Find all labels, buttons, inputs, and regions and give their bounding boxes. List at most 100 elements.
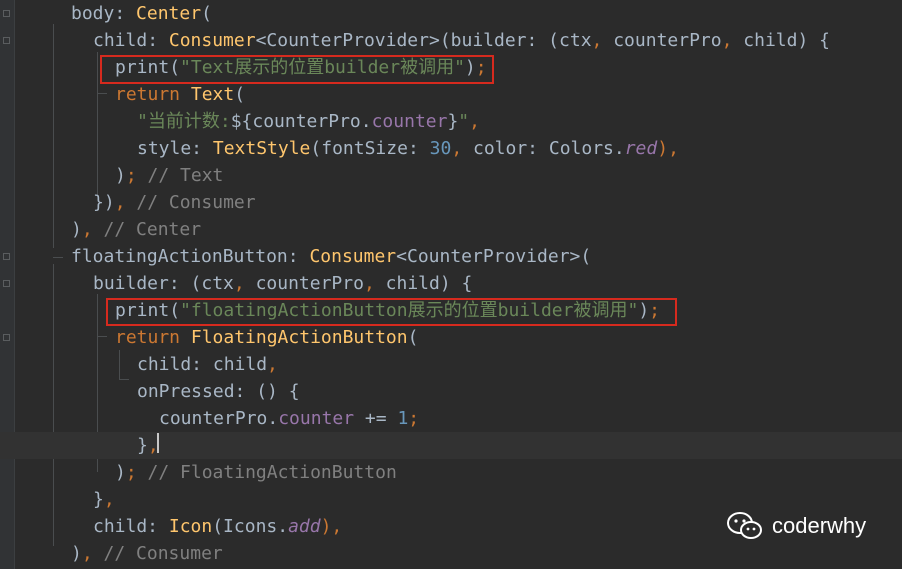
code-token: counterPro	[252, 111, 361, 132]
code-token: ,	[114, 192, 137, 213]
code-line[interactable]: ), // Center	[0, 216, 902, 243]
code-token: .	[267, 408, 279, 429]
code-token: child: child	[137, 354, 268, 375]
code-token: 1	[397, 408, 409, 429]
code-token: ;	[408, 408, 420, 429]
code-token: child	[93, 30, 148, 51]
code-token: ,	[469, 111, 480, 132]
code-token: Text	[190, 84, 235, 105]
code-token: Consumer	[309, 246, 397, 267]
fold-toggle-icon[interactable]	[3, 334, 10, 341]
code-token: body	[71, 3, 115, 24]
code-line-text: return FloatingActionButton(	[115, 324, 418, 351]
code-line[interactable]: style: TextStyle(fontSize: 30, color: Co…	[0, 135, 902, 162]
code-token: add	[288, 516, 321, 537]
code-line[interactable]: ); // FloatingActionButton	[0, 459, 902, 486]
code-line[interactable]: child: Consumer<CounterProvider>(builder…	[0, 27, 902, 54]
code-editor[interactable]: body: Center(child: Consumer<CounterProv…	[0, 0, 902, 569]
code-line[interactable]: }), // Consumer	[0, 189, 902, 216]
code-token: }	[447, 111, 459, 132]
code-token: ,	[363, 273, 386, 294]
code-line-text: body: Center(	[71, 0, 212, 27]
code-line-text: ); // Text	[115, 162, 223, 189]
code-token: ;	[125, 165, 148, 186]
watermark-text: coderwhy	[772, 513, 867, 538]
highlight-box-print-fab	[106, 298, 677, 326]
code-token: return	[115, 84, 191, 105]
code-line-text: ), // Center	[71, 216, 201, 243]
code-line[interactable]: builder: (ctx, counterPro, child) {	[0, 270, 902, 297]
code-line-text: child: child,	[137, 351, 278, 378]
code-line-text: },	[137, 432, 159, 459]
code-token: +=	[354, 408, 398, 429]
code-token: ,	[591, 30, 614, 51]
code-token: (	[234, 84, 246, 105]
code-line[interactable]: child: child,	[0, 351, 902, 378]
code-line[interactable]: onPressed: () {	[0, 378, 902, 405]
code-line-text: ), // Consumer	[71, 540, 223, 567]
code-token: ,	[267, 354, 278, 375]
code-token: (	[407, 327, 419, 348]
code-token: ,	[103, 489, 115, 510]
code-line-text: "当前计数:${counterPro.counter}",	[137, 108, 480, 135]
code-line[interactable]: counterPro.counter += 1;	[0, 405, 902, 432]
code-token: ${	[230, 111, 253, 132]
code-token: :	[147, 30, 169, 51]
code-token: color: Colors.	[473, 138, 625, 159]
fold-toggle-icon[interactable]	[3, 253, 10, 260]
code-line-text: builder: (ctx, counterPro, child) {	[93, 270, 472, 297]
code-token: TextStyle	[212, 138, 311, 159]
code-token: })	[93, 192, 115, 213]
code-line[interactable]: return Text(	[0, 81, 902, 108]
fold-toggle-icon[interactable]	[3, 10, 10, 17]
code-line[interactable]: ); // Text	[0, 162, 902, 189]
code-token: <CounterProvider>(	[396, 246, 592, 267]
code-token: "	[458, 111, 470, 132]
code-token: builder: (ctx	[93, 273, 234, 294]
code-token: counterPro	[159, 408, 268, 429]
code-line[interactable]: return FloatingActionButton(	[0, 324, 902, 351]
code-token: :	[287, 246, 310, 267]
code-token: <CounterProvider>	[255, 30, 440, 51]
code-token: Center	[136, 3, 202, 24]
code-token: )	[71, 543, 82, 564]
code-token: // Consumer	[103, 543, 223, 564]
code-token: return	[115, 327, 191, 348]
code-token: onPressed: () {	[137, 381, 300, 402]
code-token: ,	[81, 543, 104, 564]
code-line-text: floatingActionButton: Consumer<CounterPr…	[71, 243, 591, 270]
code-token: (builder: (ctx	[439, 30, 592, 51]
code-token: ),	[320, 516, 343, 537]
fold-toggle-icon[interactable]	[3, 37, 10, 44]
code-line-text: },	[93, 486, 115, 513]
code-line[interactable]: "当前计数:${counterPro.counter}",	[0, 108, 902, 135]
code-token: (fontSize:	[310, 138, 430, 159]
code-token: ,	[81, 219, 104, 240]
code-token: ),	[657, 138, 679, 159]
code-line-text: child: Consumer<CounterProvider>(builder…	[93, 27, 830, 54]
highlight-box-print-text	[100, 55, 494, 84]
code-line-text: child: Icon(Icons.add),	[93, 513, 342, 540]
code-token: counterPro	[255, 273, 364, 294]
code-line[interactable]: ), // Consumer	[0, 540, 902, 567]
code-token: child) {	[385, 273, 473, 294]
code-token: "当前计数:	[137, 111, 231, 132]
code-line-text: style: TextStyle(fontSize: 30, color: Co…	[137, 135, 679, 162]
fold-toggle-icon[interactable]	[3, 280, 10, 287]
code-line-text: ); // FloatingActionButton	[115, 459, 397, 486]
code-line-text: return Text(	[115, 81, 245, 108]
code-line[interactable]: },	[0, 432, 902, 459]
code-token: FloatingActionButton	[190, 327, 408, 348]
code-token: :	[114, 3, 137, 24]
code-token: style:	[137, 138, 213, 159]
code-line[interactable]: body: Center(	[0, 0, 902, 27]
code-token: Icon	[168, 516, 213, 537]
code-token: red	[624, 138, 658, 159]
code-token: ;	[125, 462, 148, 483]
code-token: counter	[278, 408, 355, 429]
code-line[interactable]: floatingActionButton: Consumer<CounterPr…	[0, 243, 902, 270]
code-token: child:	[93, 516, 169, 537]
code-token: (	[201, 3, 212, 24]
watermark: coderwhy	[726, 508, 866, 544]
code-token: ,	[721, 30, 744, 51]
